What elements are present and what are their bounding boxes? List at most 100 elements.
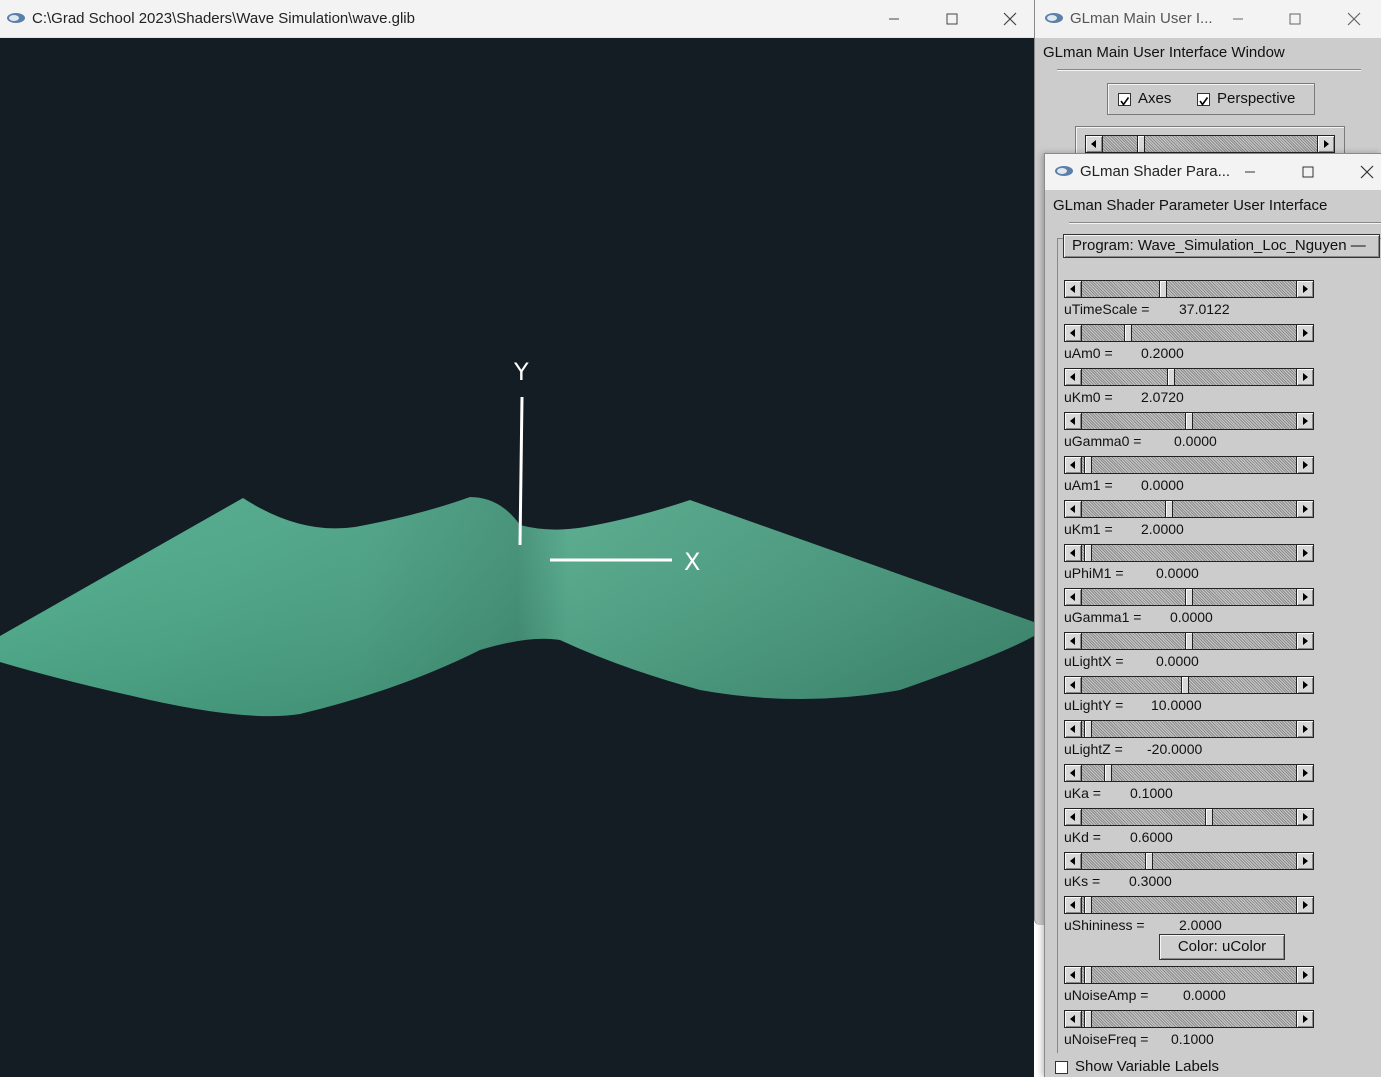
slider-thumb[interactable] <box>1159 280 1167 298</box>
slider-thumb[interactable] <box>1145 852 1153 870</box>
opengl-viewport[interactable]: Y X <box>0 38 1034 1077</box>
slider-thumb[interactable] <box>1084 720 1092 738</box>
slider-thumb[interactable] <box>1084 456 1092 474</box>
slider-left-arrow-icon[interactable] <box>1064 966 1082 984</box>
slider-left-arrow-icon[interactable] <box>1064 764 1082 782</box>
slider-left-arrow-icon[interactable] <box>1064 588 1082 606</box>
slider-track[interactable] <box>1082 808 1296 826</box>
slider-right-arrow-icon[interactable] <box>1296 412 1314 430</box>
slider-thumb[interactable] <box>1084 1010 1092 1028</box>
param-slider[interactable] <box>1064 324 1314 342</box>
param-slider[interactable] <box>1064 588 1314 606</box>
slider-track[interactable] <box>1082 280 1296 298</box>
slider-right-arrow-icon[interactable] <box>1296 632 1314 650</box>
param-slider[interactable] <box>1064 456 1314 474</box>
param-slider[interactable] <box>1064 966 1314 984</box>
slider-right-arrow-icon[interactable] <box>1296 808 1314 826</box>
slider-thumb[interactable] <box>1181 676 1189 694</box>
slider-right-arrow-icon[interactable] <box>1296 852 1314 870</box>
slider-left-arrow-icon[interactable] <box>1064 852 1082 870</box>
maximize-icon[interactable] <box>1297 161 1319 183</box>
slider-right-arrow-icon[interactable] <box>1296 500 1314 518</box>
param-slider[interactable] <box>1064 896 1314 914</box>
slider-left-arrow-icon[interactable] <box>1064 896 1082 914</box>
slider-left-arrow-icon[interactable] <box>1064 280 1082 298</box>
slider-right-arrow-icon[interactable] <box>1296 896 1314 914</box>
graphics-window-titlebar[interactable]: C:\Grad School 2023\Shaders\Wave Simulat… <box>0 0 1034 38</box>
slider-left-arrow-icon[interactable] <box>1064 368 1082 386</box>
slider-track[interactable] <box>1082 852 1296 870</box>
slider-track[interactable] <box>1082 456 1296 474</box>
param-slider[interactable] <box>1064 720 1314 738</box>
graphics-window[interactable]: C:\Grad School 2023\Shaders\Wave Simulat… <box>0 0 1034 1077</box>
slider-right-arrow-icon[interactable] <box>1296 1010 1314 1028</box>
slider-left-arrow-icon[interactable] <box>1064 412 1082 430</box>
slider-right-arrow-icon[interactable] <box>1296 588 1314 606</box>
glman-shader-parameter-window[interactable]: GLman Shader Para... GLman Shader Parame… <box>1044 153 1381 1077</box>
param-slider[interactable] <box>1064 500 1314 518</box>
slider-track[interactable] <box>1082 720 1296 738</box>
slider-right-arrow-icon[interactable] <box>1296 368 1314 386</box>
slider-thumb[interactable] <box>1084 896 1092 914</box>
param-slider[interactable] <box>1064 412 1314 430</box>
slider-thumb[interactable] <box>1167 368 1175 386</box>
slider-left-arrow-icon[interactable] <box>1064 632 1082 650</box>
shader-ui-titlebar[interactable]: GLman Shader Para... <box>1045 154 1381 190</box>
slider-thumb[interactable] <box>1165 500 1173 518</box>
slider-thumb[interactable] <box>1084 966 1092 984</box>
slider-right-arrow-icon[interactable] <box>1296 764 1314 782</box>
param-slider[interactable] <box>1064 852 1314 870</box>
minimize-icon[interactable] <box>883 8 905 30</box>
minimize-icon[interactable] <box>1239 161 1261 183</box>
param-slider[interactable] <box>1064 764 1314 782</box>
slider-track[interactable] <box>1082 896 1296 914</box>
show-variable-labels-checkbox[interactable] <box>1055 1061 1068 1074</box>
slider-thumb[interactable] <box>1185 632 1193 650</box>
slider-track[interactable] <box>1082 368 1296 386</box>
slider-thumb[interactable] <box>1137 135 1145 153</box>
slider-left-arrow-icon[interactable] <box>1064 500 1082 518</box>
maximize-icon[interactable] <box>1284 8 1306 30</box>
slider-right-arrow-icon[interactable] <box>1296 966 1314 984</box>
param-slider[interactable] <box>1064 544 1314 562</box>
slider-track[interactable] <box>1082 632 1296 650</box>
slider-track[interactable] <box>1082 676 1296 694</box>
slider-thumb[interactable] <box>1205 808 1213 826</box>
param-slider[interactable] <box>1064 632 1314 650</box>
slider-thumb[interactable] <box>1185 412 1193 430</box>
maximize-icon[interactable] <box>941 8 963 30</box>
slider-left-arrow-icon[interactable] <box>1064 544 1082 562</box>
slider-track[interactable] <box>1103 135 1317 153</box>
slider-left-arrow-icon[interactable] <box>1064 1010 1082 1028</box>
param-slider[interactable] <box>1064 808 1314 826</box>
program-rollout-button[interactable]: Program: Wave_Simulation_Loc_Nguyen — <box>1063 234 1380 258</box>
slider-track[interactable] <box>1082 324 1296 342</box>
close-icon[interactable] <box>1356 161 1378 183</box>
slider-thumb[interactable] <box>1124 324 1132 342</box>
slider-track[interactable] <box>1082 1010 1296 1028</box>
slider-left-arrow-icon[interactable] <box>1064 324 1082 342</box>
slider-thumb[interactable] <box>1084 544 1092 562</box>
slider-right-arrow-icon[interactable] <box>1296 324 1314 342</box>
slider-track[interactable] <box>1082 966 1296 984</box>
slider-right-arrow-icon[interactable] <box>1296 544 1314 562</box>
minimize-icon[interactable] <box>1227 8 1249 30</box>
slider-track[interactable] <box>1082 588 1296 606</box>
slider-track[interactable] <box>1082 544 1296 562</box>
slider-right-arrow-icon[interactable] <box>1296 720 1314 738</box>
slider-thumb[interactable] <box>1185 588 1193 606</box>
slider-right-arrow-icon[interactable] <box>1296 456 1314 474</box>
close-icon[interactable] <box>999 8 1021 30</box>
main-ui-slider[interactable] <box>1085 135 1335 153</box>
slider-right-arrow-icon[interactable] <box>1296 280 1314 298</box>
axes-checkbox[interactable] <box>1118 93 1131 106</box>
param-slider[interactable] <box>1064 280 1314 298</box>
slider-track[interactable] <box>1082 500 1296 518</box>
param-slider[interactable] <box>1064 368 1314 386</box>
main-ui-titlebar[interactable]: GLman Main User I... <box>1035 0 1381 38</box>
slider-track[interactable] <box>1082 412 1296 430</box>
close-icon[interactable] <box>1343 8 1365 30</box>
slider-left-arrow-icon[interactable] <box>1085 135 1103 153</box>
param-slider[interactable] <box>1064 676 1314 694</box>
slider-right-arrow-icon[interactable] <box>1317 135 1335 153</box>
